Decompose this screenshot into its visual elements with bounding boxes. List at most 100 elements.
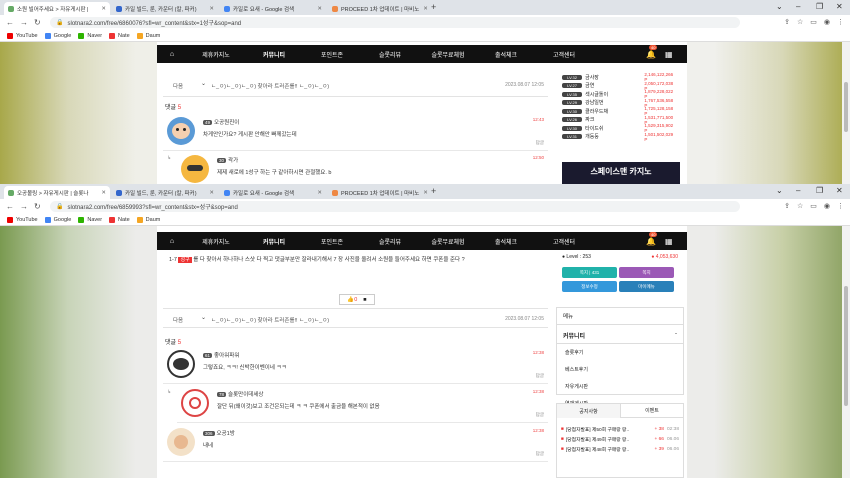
star-icon[interactable]: ☆ xyxy=(797,202,803,210)
tab-event[interactable]: 이벤트 xyxy=(619,404,683,418)
comment-author[interactable]: 좋아워파워 xyxy=(214,353,239,359)
menu-point[interactable]: 포인트존 xyxy=(303,50,361,59)
scrollbar-thumb[interactable] xyxy=(844,286,848,406)
message-button[interactable]: 쪽지 | 431 xyxy=(562,267,617,278)
menu-attendance[interactable]: 출석체크 xyxy=(477,237,535,246)
forward-icon[interactable]: → xyxy=(20,18,28,27)
menu-review[interactable]: 슬롯리뷰 xyxy=(361,50,419,59)
edit-profile-button[interactable]: 정보수정 xyxy=(562,281,617,292)
menu-free-trial[interactable]: 슬롯무료체험 xyxy=(419,237,477,246)
menu-group[interactable]: 커뮤니티 - xyxy=(557,325,683,344)
profile-icon[interactable]: ◉ xyxy=(824,18,830,26)
restore-icon[interactable]: ❐ xyxy=(816,186,823,195)
new-tab-icon[interactable]: + xyxy=(431,186,436,196)
collapse-icon[interactable]: - xyxy=(675,331,677,340)
new-tab-icon[interactable]: + xyxy=(431,2,436,12)
reload-icon[interactable]: ↻ xyxy=(34,202,42,211)
casino-banner[interactable]: 스페이스맨 카지노 xyxy=(562,162,680,184)
minimize-icon[interactable]: – xyxy=(796,2,800,11)
rank-name[interactable]: 타이드쉬 xyxy=(585,125,644,132)
share-icon[interactable]: ⇪ xyxy=(784,18,790,26)
rank-name[interactable]: 금연 xyxy=(585,82,644,89)
browser-tab[interactable]: PROCEED 1차 업데이트 | 마비노 ✕ xyxy=(328,186,428,199)
forward-icon[interactable]: → xyxy=(20,202,28,211)
scrollbar[interactable] xyxy=(842,226,850,478)
profile-icon[interactable]: ◉ xyxy=(824,202,830,210)
bookmark-icon[interactable]: ■ xyxy=(363,297,366,303)
chevron-down-icon[interactable]: ⌄ xyxy=(201,314,206,321)
minimize-icon[interactable]: – xyxy=(796,186,800,195)
back-icon[interactable]: ← xyxy=(6,202,14,211)
menu-slot-review[interactable]: 슬롯후기 xyxy=(557,344,683,361)
scrollbar-thumb[interactable] xyxy=(844,82,848,132)
menu-community[interactable]: 커뮤니티 xyxy=(245,237,303,246)
bookmark-youtube[interactable]: YouTube xyxy=(7,216,38,223)
notice-item[interactable]: ■ [당첨자발표] 제49회 구매랑 랑.. + 66 06.06 xyxy=(561,434,679,444)
reply-button[interactable]: 답글 xyxy=(536,140,544,146)
grid-icon[interactable]: ▦ xyxy=(665,50,673,59)
bookmark-naver[interactable]: Naver xyxy=(78,32,102,39)
back-icon[interactable]: ← xyxy=(6,18,14,27)
chevron-down-icon[interactable]: ⌄ xyxy=(201,80,206,87)
browser-tab[interactable]: 카일로 요새 - Google 검색 ✕ xyxy=(220,186,326,199)
rank-name[interactable]: 짜크 xyxy=(585,116,644,123)
menu-support[interactable]: 고객센터 xyxy=(535,237,593,246)
rank-name[interactable]: 클라우드채 xyxy=(585,108,644,115)
bookmark-nate[interactable]: Nate xyxy=(109,216,130,223)
notice-item[interactable]: ■ [당첨자발표] 제50회 구매랑 랑.. + 38 02:38 xyxy=(561,424,679,434)
menu-best-review[interactable]: 베스트후기 xyxy=(557,361,683,378)
restore-icon[interactable]: ❐ xyxy=(816,2,823,11)
more-icon[interactable]: ⋮ xyxy=(837,18,844,26)
url-field[interactable]: 🔒 slotnara2.com/free/6859993?sfl=wr_conte… xyxy=(50,201,740,212)
bookmark-nate[interactable]: Nate xyxy=(109,32,130,39)
close-icon[interactable]: ✕ xyxy=(313,6,322,12)
rank-name[interactable]: 강남일번 xyxy=(585,99,644,106)
menu-casino[interactable]: 제휴카지노 xyxy=(187,50,245,59)
bookmark-google[interactable]: Google xyxy=(44,216,71,223)
menu-point[interactable]: 포인트존 xyxy=(303,237,361,246)
bell-icon[interactable]: 🔔 xyxy=(646,50,656,59)
notice-item[interactable]: ■ [당첨자발표] 제48회 구매랑 랑.. + 39 06.06 xyxy=(561,444,679,454)
comment-author[interactable]: 오공1방 xyxy=(217,431,235,437)
menu-casino[interactable]: 제휴카지노 xyxy=(187,237,245,246)
browser-tab[interactable]: 카일 빌드, 룬, 카운터 (칼, 파커) ✕ xyxy=(112,186,218,199)
browser-tab[interactable]: 카일로 요새 - Google 검색 ✕ xyxy=(220,2,326,15)
next-button[interactable]: 다음 xyxy=(173,82,183,90)
chevron-down-icon[interactable]: ⌄ xyxy=(776,2,783,11)
rank-name[interactable]: 금사장 xyxy=(585,74,644,81)
close-window-icon[interactable]: ✕ xyxy=(836,2,843,11)
browser-tab[interactable]: PROCEED 1차 업데이트 | 마비노 ✕ xyxy=(328,2,428,15)
extension-icon[interactable]: ▭ xyxy=(810,18,817,26)
reload-icon[interactable]: ↻ xyxy=(34,18,42,27)
browser-tab[interactable]: 소원 빌어주세요 > 자유게시판 | ✕ xyxy=(4,2,110,15)
close-window-icon[interactable]: ✕ xyxy=(836,186,843,195)
bookmark-youtube[interactable]: YouTube xyxy=(7,32,38,39)
menu-community[interactable]: 커뮤니티 xyxy=(245,50,303,59)
extension-icon[interactable]: ▭ xyxy=(810,202,817,210)
home-icon[interactable]: ⌂ xyxy=(157,51,187,58)
home-icon[interactable]: ⌂ xyxy=(157,238,187,245)
rank-name[interactable]: 개둥둥 xyxy=(585,133,644,140)
bookmark-google[interactable]: Google xyxy=(44,32,71,39)
menu-free-board[interactable]: 자유게시판 xyxy=(557,378,683,395)
reply-button[interactable]: 답글 xyxy=(536,373,544,379)
bell-icon[interactable]: 🔔 xyxy=(646,237,656,246)
close-icon[interactable]: ✕ xyxy=(419,6,428,12)
close-icon[interactable]: ✕ xyxy=(205,6,214,12)
rank-name[interactable]: 섹시글톨이 xyxy=(585,91,644,98)
browser-tab[interactable]: 오공볼링 > 자유게시판 | 슬롯나 ✕ xyxy=(4,186,110,199)
reply-button[interactable]: 답글 xyxy=(536,412,544,418)
reply-button[interactable]: 답글 xyxy=(536,451,544,457)
browser-tab[interactable]: 카일 빌드, 룬, 카운터 (칼, 파커) ✕ xyxy=(112,2,218,15)
menu-attendance[interactable]: 출석체크 xyxy=(477,50,535,59)
close-icon[interactable]: ✕ xyxy=(313,190,322,196)
comment-author[interactable]: 슬롯만이데세상 xyxy=(228,392,263,398)
share-icon[interactable]: ⇪ xyxy=(784,202,790,210)
close-icon[interactable]: ✕ xyxy=(97,190,106,196)
scrollbar[interactable] xyxy=(842,42,850,184)
my-menu-button[interactable]: 마이메뉴 xyxy=(619,281,674,292)
next-button[interactable]: 다음 xyxy=(173,316,183,324)
close-icon[interactable]: ✕ xyxy=(97,6,106,12)
comment-author[interactable]: 오공원진이 xyxy=(214,120,239,126)
tab-notice[interactable]: 공지사항 xyxy=(557,404,620,418)
